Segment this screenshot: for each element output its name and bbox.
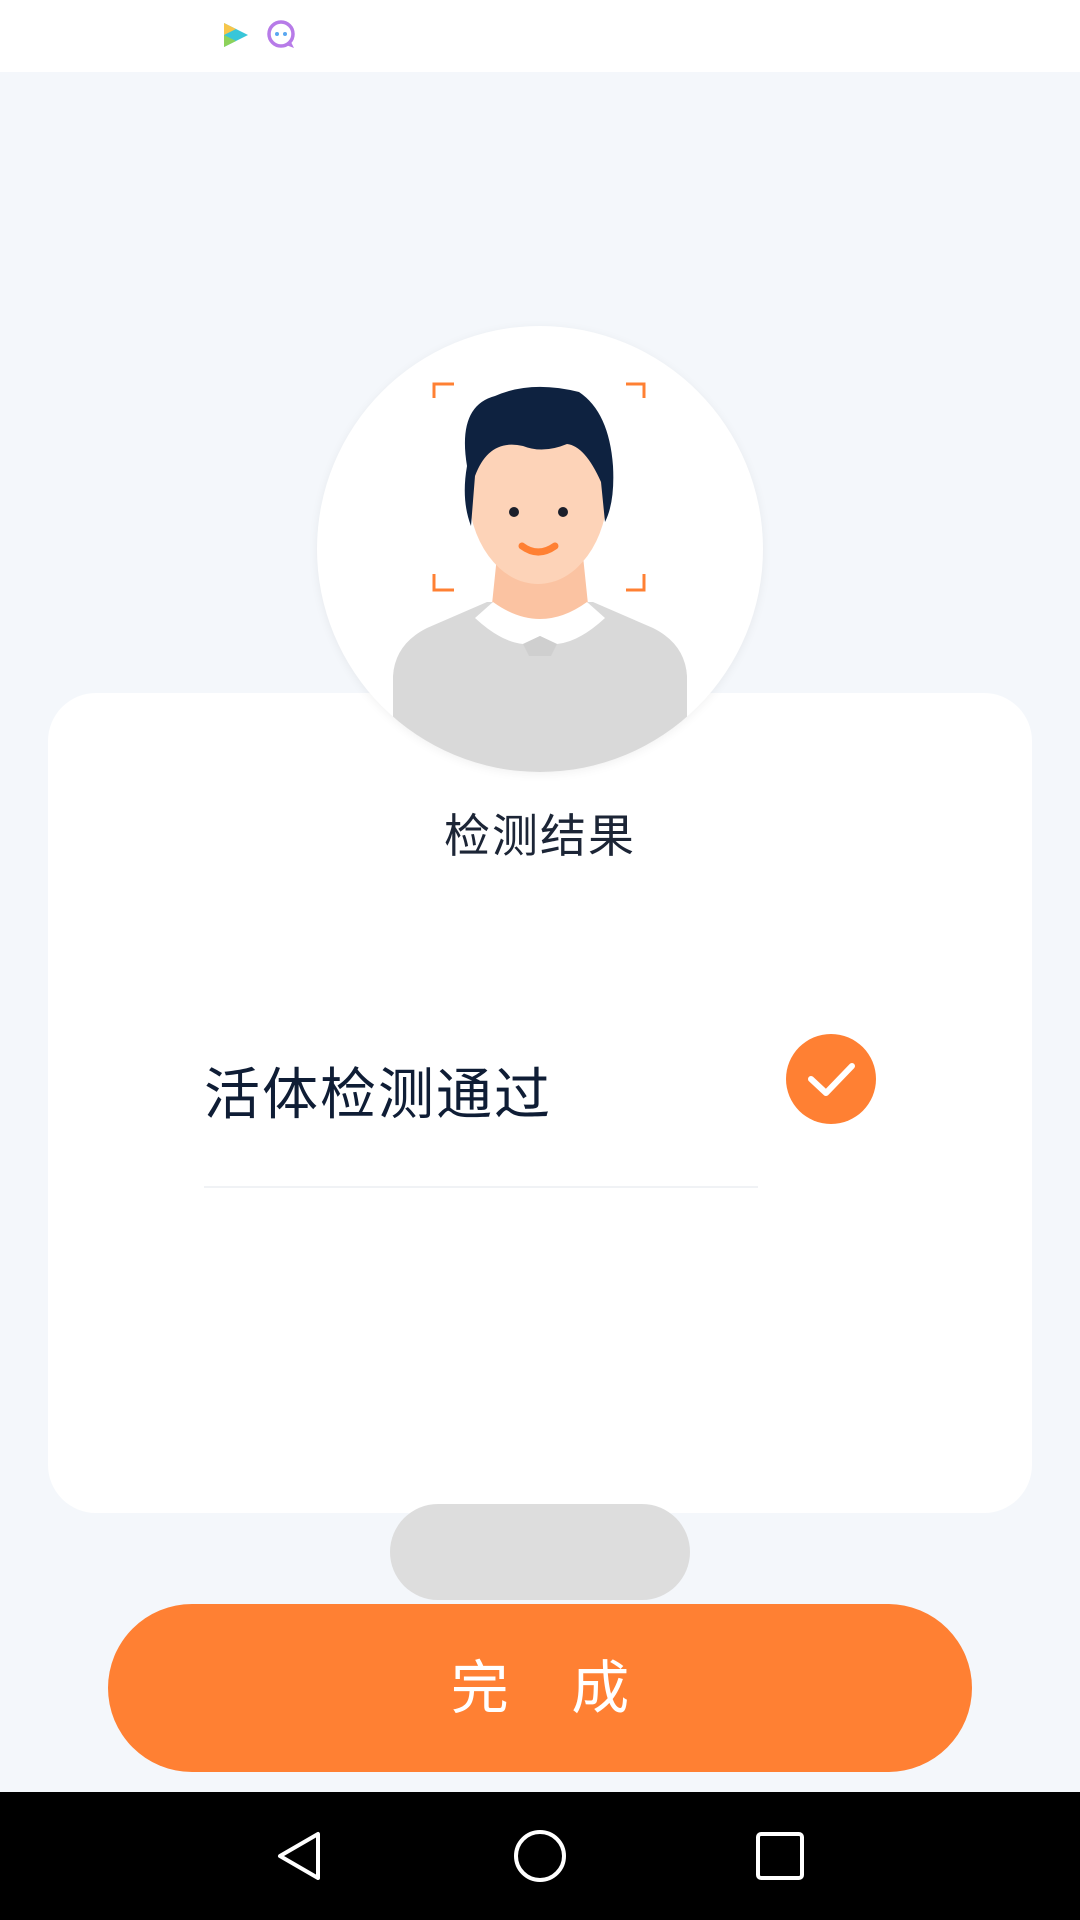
home-icon[interactable] xyxy=(510,1826,570,1886)
status-bar xyxy=(0,0,1080,72)
liveness-status-row: 活体检测通过 xyxy=(204,1030,880,1160)
done-button[interactable]: 完 成 xyxy=(108,1604,972,1772)
navigation-bar xyxy=(0,1792,1080,1920)
divider xyxy=(204,1186,758,1188)
check-icon xyxy=(786,1034,876,1124)
chat-app-icon xyxy=(267,20,295,48)
liveness-status-label: 活体检测通过 xyxy=(204,1063,552,1128)
video-app-icon xyxy=(224,23,248,47)
back-icon[interactable] xyxy=(270,1826,330,1886)
result-title: 检测结果 xyxy=(444,809,636,863)
recents-icon[interactable] xyxy=(750,1826,810,1886)
grey-pill-handle xyxy=(390,1504,690,1600)
liveness-result-screen: 检测结果 活体检测通过 完 成 xyxy=(0,0,1080,1920)
face-avatar-illustration xyxy=(317,326,763,772)
